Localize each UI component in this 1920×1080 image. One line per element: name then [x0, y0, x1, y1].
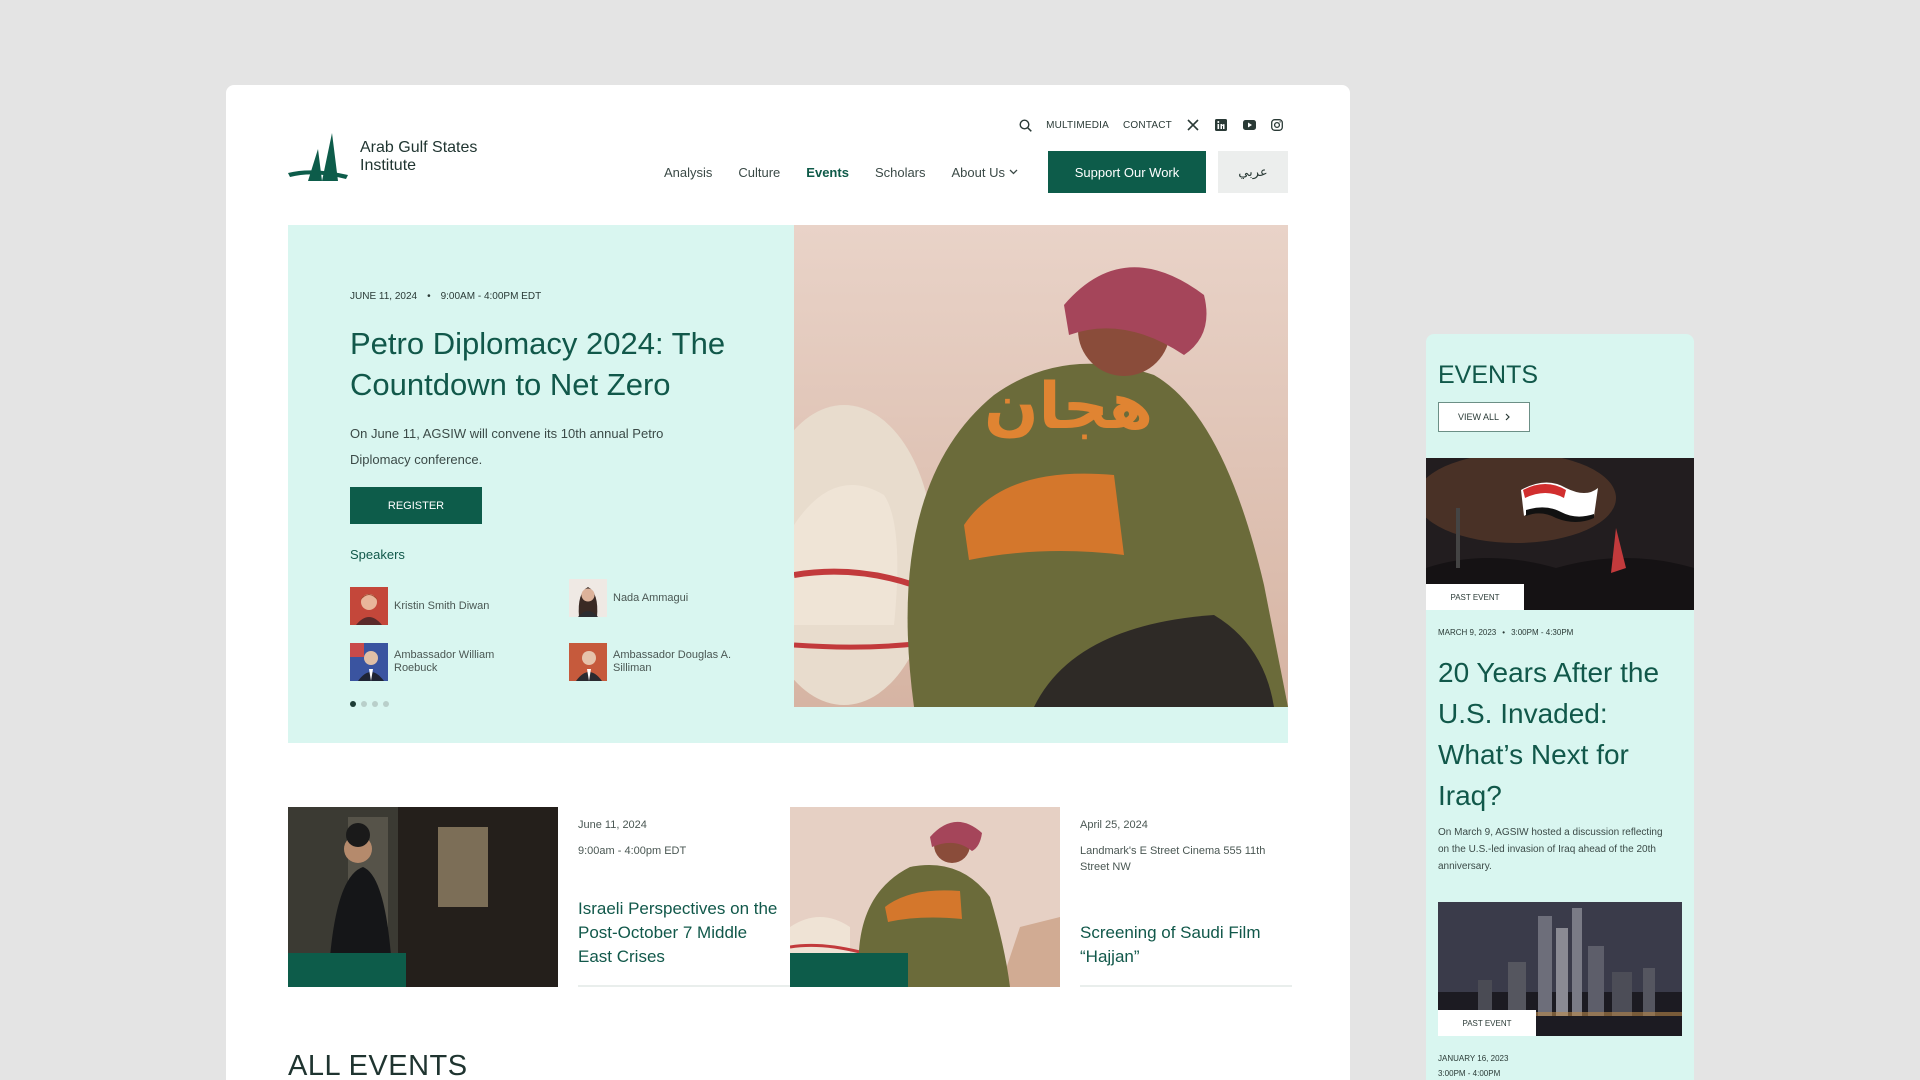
event-card[interactable]: June 11, 2024 9:00am - 4:00pm EDT Israel…	[288, 807, 790, 987]
mobile-events-mockup: EVENTS VIEW ALL PAST EVENT MARCH 9, 2023…	[1426, 334, 1694, 1080]
nav-events[interactable]: Events	[806, 165, 849, 180]
site-logo[interactable]: Arab Gulf States Institute	[288, 129, 477, 185]
contact-link[interactable]: CONTACT	[1123, 120, 1172, 131]
logo-wordmark: Arab Gulf States Institute	[360, 139, 477, 175]
divider	[1080, 985, 1292, 987]
speaker-avatar	[569, 643, 607, 681]
chevron-right-icon	[1505, 413, 1510, 421]
event-card-image	[790, 807, 1060, 987]
speaker-name: Kristin Smith Diwan	[394, 599, 490, 612]
image-accent-bar	[790, 953, 908, 987]
event-description: On March 9, AGSIW hosted a discussion re…	[1438, 827, 1663, 872]
nav-culture[interactable]: Culture	[738, 165, 780, 180]
event-title[interactable]: 20 Years After the U.S. Invaded: What’s …	[1438, 652, 1688, 816]
speakers-label: Speakers	[350, 547, 405, 562]
carousel-dot[interactable]	[383, 701, 389, 707]
speaker-name: Ambassador William Roebuck	[394, 649, 495, 674]
all-events-heading: ALL EVENTS	[288, 1050, 468, 1080]
event-card-title[interactable]: Screening of Saudi Film “Hajjan”	[1080, 921, 1290, 969]
event-time: 3:00PM - 4:00PM	[1438, 1069, 1501, 1078]
nav-about-us-label: About Us	[951, 164, 1005, 180]
hero-event-meta: JUNE 11, 2024 • 9:00AM - 4:00PM EDT	[350, 291, 541, 302]
carousel-dot[interactable]	[361, 701, 367, 707]
search-icon[interactable]	[1018, 118, 1032, 132]
view-all-button[interactable]: VIEW ALL	[1438, 402, 1530, 432]
hero-time: 9:00AM - 4:00PM EDT	[440, 291, 542, 302]
meta-separator: •	[1502, 628, 1506, 637]
image-accent-bar	[288, 953, 406, 987]
event-card-detail: 9:00am - 4:00pm EDT	[578, 845, 687, 857]
carousel-dots	[350, 701, 389, 707]
events-heading: EVENTS	[1438, 361, 1539, 389]
event-card-detail: Landmark's E Street Cinema 555 11th Stre…	[1080, 845, 1266, 873]
speaker-item[interactable]: Kristin Smith Diwan	[350, 587, 524, 625]
chevron-down-icon	[1009, 169, 1018, 175]
event-card[interactable]: April 25, 2024 Landmark's E Street Cinem…	[790, 807, 1292, 987]
event-card-title[interactable]: Israeli Perspectives on the Post-October…	[578, 897, 778, 969]
speaker-name: Ambassador Douglas A. Silliman	[613, 649, 732, 674]
nav-analysis[interactable]: Analysis	[664, 165, 712, 180]
event-card-date: June 11, 2024	[578, 819, 647, 831]
event-card-image	[288, 807, 558, 987]
speaker-item[interactable]: Nada Ammagui	[569, 579, 743, 617]
youtube-icon[interactable]	[1242, 118, 1256, 132]
x-twitter-icon[interactable]	[1186, 118, 1200, 132]
featured-event-hero: JUNE 11, 2024 • 9:00AM - 4:00PM EDT Petr…	[288, 225, 1288, 743]
event-time: 3:00PM - 4:30PM	[1511, 628, 1574, 637]
event-date: JANUARY 16, 2023	[1438, 1054, 1509, 1063]
utility-nav: MULTIMEDIA CONTACT	[1018, 118, 1284, 132]
speaker-avatar	[569, 579, 607, 617]
hero-date: JUNE 11, 2024	[350, 291, 418, 302]
past-event-badge: PAST EVENT	[1426, 584, 1524, 610]
desktop-page-mockup: Arab Gulf States Institute MULTIMEDIA CO…	[226, 85, 1350, 1080]
sail-logo-icon	[288, 133, 348, 181]
speaker-item[interactable]: Ambassador William Roebuck	[350, 643, 524, 681]
divider	[578, 985, 790, 987]
support-our-work-button[interactable]: Support Our Work	[1048, 151, 1206, 193]
logo-line-2: Institute	[360, 157, 417, 174]
event-card-date: April 25, 2024	[1080, 819, 1148, 831]
nav-about-us[interactable]: About Us	[952, 165, 1018, 180]
speaker-item[interactable]: Ambassador Douglas A. Silliman	[569, 643, 743, 681]
hero-description: On June 11, AGSIW will convene its 10th …	[350, 426, 664, 467]
instagram-icon[interactable]	[1270, 118, 1284, 132]
speaker-avatar	[350, 587, 388, 625]
arabic-language-button[interactable]: عربي	[1218, 151, 1288, 193]
main-nav: Analysis Culture Events Scholars About U…	[664, 151, 1288, 193]
multimedia-link[interactable]: MULTIMEDIA	[1046, 120, 1109, 131]
speaker-avatar	[350, 643, 388, 681]
linkedin-icon[interactable]	[1214, 118, 1228, 132]
carousel-dot[interactable]	[350, 701, 356, 707]
event-date: MARCH 9, 2023	[1438, 628, 1497, 637]
hero-title[interactable]: Petro Diplomacy 2024: The Countdown to N…	[350, 323, 760, 405]
past-event-badge: PAST EVENT	[1438, 1010, 1536, 1036]
nav-scholars[interactable]: Scholars	[875, 165, 926, 180]
meta-separator: •	[427, 291, 431, 302]
view-all-label: VIEW ALL	[1457, 412, 1500, 422]
event-meta: MARCH 9, 2023 • 3:00PM - 4:30PM	[1438, 628, 1573, 637]
hero-image-caption: هجان	[984, 370, 1154, 444]
hero-image: هجان	[794, 225, 1288, 707]
carousel-dot[interactable]	[372, 701, 378, 707]
register-button[interactable]: REGISTER	[350, 487, 482, 524]
logo-line-1: Arab Gulf States	[360, 139, 478, 156]
speaker-name: Nada Ammagui	[613, 591, 689, 604]
event-meta: JANUARY 16, 2023 3:00PM - 4:00PM	[1438, 1054, 1508, 1078]
